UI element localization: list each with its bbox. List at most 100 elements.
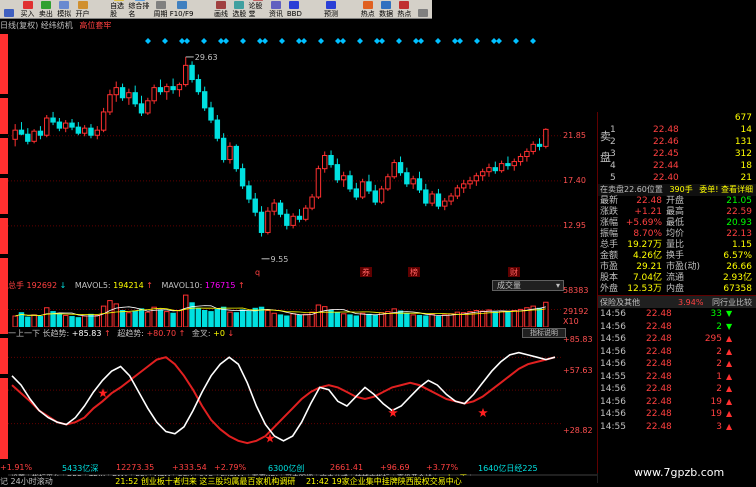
- order-book-row[interactable]: 5 22.40 21: [598, 172, 756, 184]
- order-book-row[interactable]: 3 22.45 312: [598, 148, 756, 160]
- candle: [385, 176, 391, 190]
- volume-bar: [183, 294, 189, 327]
- toolbar-account-button[interactable]: 开户: [73, 0, 91, 19]
- toolbar-ranking-button[interactable]: 综合排名: [128, 0, 151, 19]
- toolbar-hotspot-button[interactable]: 热点: [395, 0, 413, 19]
- order-book-row[interactable]: 1 22.48 14: [598, 124, 756, 136]
- index-value: 2661.41: [330, 463, 364, 472]
- candle: [138, 103, 145, 114]
- draw-line-icon: [215, 1, 226, 9]
- tick-list[interactable]: 14:56 22.48 33 ▼ 14:56 22.48 2 ▼ 14:56 22.48 295 ▲ 1…: [598, 308, 756, 433]
- volume-bar: [416, 314, 423, 327]
- event-diamond-icon: [496, 38, 502, 44]
- toolbar-period-button[interactable]: 周期: [151, 0, 169, 19]
- view-detail-link[interactable]: 委单! 查看详细: [699, 185, 753, 194]
- event-diamond-icon: [435, 38, 441, 44]
- market-index-bar: +1.91% 5433亿深 12273.35 +333.54 +2.79% 6300亿创 2…: [0, 463, 597, 474]
- toolbar-separator-button: [340, 0, 358, 19]
- tick-row[interactable]: 14:56 22.48 19 ▲: [598, 396, 756, 409]
- volume-bar: [322, 306, 328, 327]
- volume-indicator-dropdown[interactable]: 成交量 ▾: [492, 280, 564, 291]
- tick-price: 22.48: [646, 396, 672, 407]
- toolbar-bbd-button[interactable]: BBD: [285, 0, 303, 19]
- candle: [18, 129, 25, 135]
- quote-label: 涨幅: [600, 218, 619, 228]
- order-book-row[interactable]: 4 22.44 18: [598, 160, 756, 172]
- quote-label: 最低: [666, 218, 685, 228]
- sector-bar[interactable]: 保险及其他 3.94% 同行业比较: [598, 295, 756, 308]
- toolbar-f10-button[interactable]: F10/F9: [170, 0, 193, 19]
- ticker-item[interactable]: 21:52 创业板十者归来 这三股均属最百家机构调研: [115, 477, 295, 486]
- toolbar-news-button[interactable]: 资讯: [267, 0, 285, 19]
- price-chart[interactable]: 29.63 9.55 q 券 榜 财: [8, 34, 561, 278]
- candle: [492, 167, 499, 172]
- volume-bar: [404, 313, 410, 327]
- indicator-help-button[interactable]: 指标说明: [522, 328, 566, 338]
- order-book-row[interactable]: 677: [598, 112, 756, 124]
- toolbar-forecast-button[interactable]: 预测: [322, 0, 340, 19]
- candle: [461, 183, 467, 189]
- toolbar-label: 买入: [20, 10, 35, 18]
- volume-bar: [448, 313, 454, 327]
- tick-row[interactable]: 14:56 22.48 19 ▲: [598, 408, 756, 421]
- toolbar-label: 综合排名: [128, 2, 150, 18]
- candle: [265, 210, 271, 233]
- event-diamond-icon: [396, 38, 402, 44]
- toolbar-forum-button[interactable]: 论股堂: [249, 0, 267, 19]
- star-signal-icon: [478, 407, 488, 417]
- volume-bar: [201, 310, 208, 327]
- tick-row[interactable]: 14:56 22.48 2 ▲: [598, 346, 756, 359]
- tick-row[interactable]: 14:55 22.48 3 ▲: [598, 421, 756, 434]
- tick-price: 22.48: [646, 371, 672, 382]
- order-book-row[interactable]: 2 22.46 131: [598, 136, 756, 148]
- ticker-item[interactable]: 21:42 19家企业集中挂牌陕西股权交易中心: [306, 477, 462, 486]
- toolbar-draw-line-button[interactable]: 画线: [212, 0, 230, 19]
- trend-indicator-chart[interactable]: [8, 338, 561, 460]
- order-level: 2: [610, 137, 616, 147]
- toolbar-watchlist-button[interactable]: 自选股: [110, 0, 128, 19]
- toolbar-more-button[interactable]: [414, 0, 432, 19]
- tick-row[interactable]: 14:56 22.48 2 ▲: [598, 383, 756, 396]
- order-volume: 131: [734, 137, 752, 147]
- candle: [467, 180, 473, 185]
- toolbar-sell-button[interactable]: 卖出: [37, 0, 55, 19]
- candle: [416, 178, 423, 191]
- quote-label: 内盘: [666, 284, 685, 294]
- quote-row: 外盘 12.53万 内盘 67358: [598, 284, 756, 295]
- tick-row[interactable]: 14:55 22.48 1 ▲: [598, 371, 756, 384]
- ranking-icon: [134, 0, 145, 1]
- volume-bar: [271, 312, 277, 327]
- event-mark-label: 券: [362, 267, 370, 277]
- tick-row[interactable]: 14:56 22.48 295 ▲: [598, 333, 756, 346]
- quote-value: 21.05: [726, 196, 752, 206]
- order-volume: 21: [740, 173, 752, 183]
- news-icon: [271, 1, 282, 9]
- left-side-strip[interactable]: [0, 34, 8, 459]
- toolbar-hot-button[interactable]: 热点: [359, 0, 377, 19]
- toolbar-back-button[interactable]: [0, 0, 18, 19]
- order-level: 3: [610, 149, 616, 159]
- candle: [536, 143, 543, 147]
- period-label[interactable]: 日线(复权): [0, 21, 38, 30]
- candle: [252, 198, 258, 213]
- tick-time: 14:56: [600, 309, 626, 319]
- tick-row[interactable]: 14:56 22.48 33 ▼: [598, 308, 756, 321]
- candle: [233, 145, 239, 170]
- tick-row[interactable]: 14:56 22.48 2 ▼: [598, 321, 756, 334]
- quote-value: +1.21: [634, 207, 662, 217]
- toolbar-simulate-button[interactable]: 模拟: [55, 0, 73, 19]
- tick-row[interactable]: 14:56 22.48 2 ▲: [598, 358, 756, 371]
- news-ticker[interactable]: 记 24小时滚动 21:52 创业板十者归来 这三股均属最百家机构调研 21:4…: [0, 476, 597, 487]
- more-icon: [417, 9, 428, 17]
- toolbar-data-button[interactable]: 数据: [377, 0, 395, 19]
- simulate-icon: [59, 1, 70, 9]
- separator-icon: [307, 9, 318, 17]
- strip-divider: [0, 94, 8, 98]
- candle: [170, 86, 176, 91]
- toolbar-buy-button[interactable]: 买入: [18, 0, 36, 19]
- candle: [328, 154, 334, 166]
- volume-chart[interactable]: [8, 292, 561, 327]
- toolbar-stock-picker-button[interactable]: 选股: [230, 0, 248, 19]
- quote-value: 29.21: [636, 262, 662, 272]
- pending-order-bar[interactable]: 在卖盘22.60位置 390手 委单! 查看详细: [598, 184, 756, 196]
